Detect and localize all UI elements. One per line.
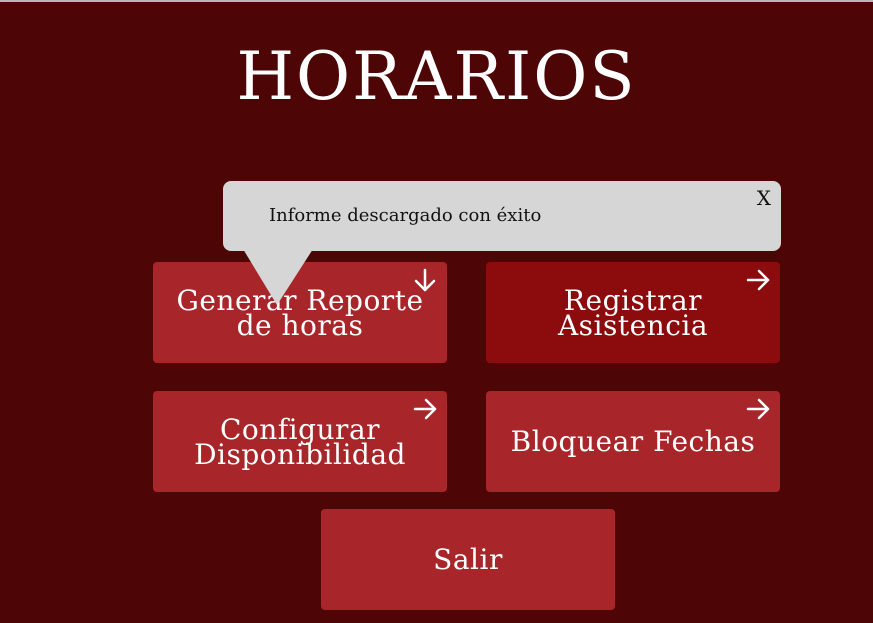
bloquear-fechas-label: Bloquear Fechas xyxy=(510,425,756,458)
arrow-right-icon xyxy=(746,398,770,420)
registrar-asistencia-label-line2: Asistencia xyxy=(557,308,709,342)
salir-button[interactable]: Salir xyxy=(321,509,615,610)
arrow-down-icon xyxy=(414,268,436,292)
close-icon[interactable]: X xyxy=(757,186,771,210)
bloquear-fechas-button[interactable]: Bloquear Fechas xyxy=(486,391,780,492)
page-title: HORARIOS xyxy=(236,38,637,115)
arrow-right-icon xyxy=(746,269,770,291)
arrow-right-icon xyxy=(413,398,437,420)
salir-label: Salir xyxy=(433,543,503,576)
configurar-disponibilidad-button[interactable]: Configurar Disponibilidad xyxy=(153,391,447,492)
download-success-toast: Informe descargado con éxito X xyxy=(223,181,781,251)
toast-pointer xyxy=(243,249,313,305)
horarios-screen: HORARIOS Generar Reporte de horas Regist… xyxy=(0,0,873,623)
configurar-disponibilidad-label: Configurar Disponibilidad xyxy=(194,415,406,471)
registrar-asistencia-button[interactable]: Registrar Asistencia xyxy=(486,262,780,363)
toast-message: Informe descargado con éxito xyxy=(269,205,542,226)
configurar-disponibilidad-label-line2: Disponibilidad xyxy=(194,437,406,471)
registrar-asistencia-label: Registrar Asistencia xyxy=(557,286,709,342)
